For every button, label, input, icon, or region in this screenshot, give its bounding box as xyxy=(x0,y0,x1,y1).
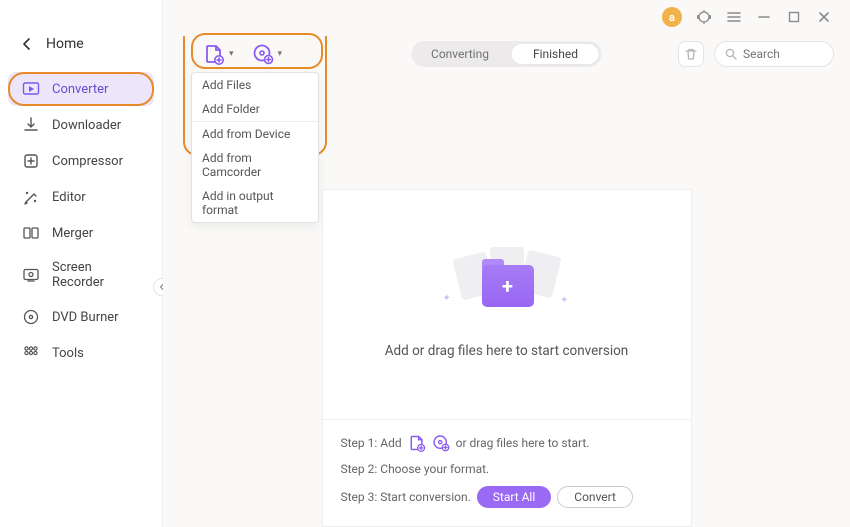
dropdown-item-add-folder[interactable]: Add Folder xyxy=(192,97,318,121)
sidebar-item-label: Compressor xyxy=(52,154,123,169)
add-file-button[interactable]: ▾ xyxy=(203,43,234,65)
search-input[interactable] xyxy=(743,47,823,61)
sidebar-item-merger[interactable]: Merger xyxy=(8,216,154,250)
sidebar: Home Converter Downloader Compressor xyxy=(0,0,163,527)
step-2-text: Step 2: Choose your format. xyxy=(341,462,490,476)
sidebar-item-converter[interactable]: Converter xyxy=(8,72,154,106)
step-2: Step 2: Choose your format. xyxy=(341,462,673,476)
chevron-left-icon xyxy=(22,38,32,50)
downloader-icon xyxy=(22,116,40,134)
add-disc-button[interactable]: ▾ xyxy=(252,43,283,65)
dropdown-item-add-from-device[interactable]: Add from Device xyxy=(192,122,318,146)
start-all-button[interactable]: Start All xyxy=(477,486,552,508)
dropdown-item-add-from-camcorder[interactable]: Add from Camcorder xyxy=(192,146,318,184)
sidebar-item-tools[interactable]: Tools xyxy=(8,336,154,370)
step-1: Step 1: Add or drag files here to start. xyxy=(341,434,673,452)
add-disc-icon xyxy=(252,43,274,65)
plus-icon: + xyxy=(502,274,513,298)
sidebar-item-compressor[interactable]: Compressor xyxy=(8,144,154,178)
sidebar-item-label: Screen Recorder xyxy=(52,260,144,290)
tab-finished[interactable]: Finished xyxy=(511,43,600,65)
titlebar: a xyxy=(163,0,850,35)
sidebar-item-dvd-burner[interactable]: DVD Burner xyxy=(8,300,154,334)
sidebar-item-label: Editor xyxy=(52,190,86,205)
chevron-down-icon: ▾ xyxy=(229,49,234,59)
add-buttons-group: ▾ ▾ xyxy=(179,43,282,65)
sidebar-item-screen-recorder[interactable]: Screen Recorder xyxy=(8,252,154,298)
add-file-icon xyxy=(408,434,426,452)
merger-icon xyxy=(22,224,40,242)
toolbar: ▾ ▾ Converting Finished xyxy=(179,35,834,73)
drop-zone[interactable]: + ✦✦ Add or drag files here to start con… xyxy=(323,190,691,420)
dropdown-item-add-in-output-format[interactable]: Add in output format xyxy=(192,184,318,222)
add-disc-icon xyxy=(432,434,450,452)
maximize-button[interactable] xyxy=(786,9,802,25)
sidebar-nav: Converter Downloader Compressor Editor xyxy=(0,72,162,370)
search-icon xyxy=(725,48,737,60)
dvd-burner-icon xyxy=(22,308,40,326)
step-3: Step 3: Start conversion. Start All Conv… xyxy=(341,486,673,508)
tab-converting[interactable]: Converting xyxy=(411,41,509,67)
sidebar-item-label: DVD Burner xyxy=(52,310,119,325)
screen-recorder-icon xyxy=(22,266,40,284)
sidebar-item-editor[interactable]: Editor xyxy=(8,180,154,214)
sidebar-item-label: Merger xyxy=(52,226,93,241)
folder-icon: + xyxy=(482,265,534,307)
close-button[interactable] xyxy=(816,9,832,25)
sidebar-item-label: Converter xyxy=(52,82,108,97)
add-file-dropdown: Add Files Add Folder Add from Device Add… xyxy=(191,72,319,223)
converter-icon xyxy=(22,80,40,98)
chevron-down-icon: ▾ xyxy=(278,49,283,59)
drop-text: Add or drag files here to start conversi… xyxy=(385,343,629,359)
main-panel: a ▾ xyxy=(163,0,850,527)
toolbar-right xyxy=(678,41,834,67)
sidebar-item-label: Tools xyxy=(52,346,84,361)
minimize-button[interactable] xyxy=(756,9,772,25)
sidebar-item-downloader[interactable]: Downloader xyxy=(8,108,154,142)
drop-zone-panel: + ✦✦ Add or drag files here to start con… xyxy=(322,189,692,527)
step-1-prefix: Step 1: Add xyxy=(341,436,402,450)
support-icon[interactable] xyxy=(696,9,712,25)
home-button[interactable]: Home xyxy=(0,28,162,72)
delete-button[interactable] xyxy=(678,41,704,67)
search-box[interactable] xyxy=(714,41,834,67)
compressor-icon xyxy=(22,152,40,170)
avatar[interactable]: a xyxy=(662,7,682,27)
steps-panel: Step 1: Add or drag files here to start.… xyxy=(323,420,691,526)
convert-button[interactable]: Convert xyxy=(557,486,633,508)
menu-icon[interactable] xyxy=(726,9,742,25)
step-3-text: Step 3: Start conversion. xyxy=(341,490,471,504)
step-1-suffix: or drag files here to start. xyxy=(456,436,590,450)
home-label: Home xyxy=(46,36,84,52)
add-file-icon xyxy=(203,43,225,65)
tools-icon xyxy=(22,344,40,362)
dropdown-item-add-files[interactable]: Add Files xyxy=(192,73,318,97)
tabs: Converting Finished xyxy=(411,41,602,67)
editor-icon xyxy=(22,188,40,206)
app-window: Home Converter Downloader Compressor xyxy=(0,0,850,527)
sidebar-item-label: Downloader xyxy=(52,118,121,133)
trash-icon xyxy=(684,47,698,61)
folder-illustration: + ✦✦ xyxy=(457,251,557,321)
